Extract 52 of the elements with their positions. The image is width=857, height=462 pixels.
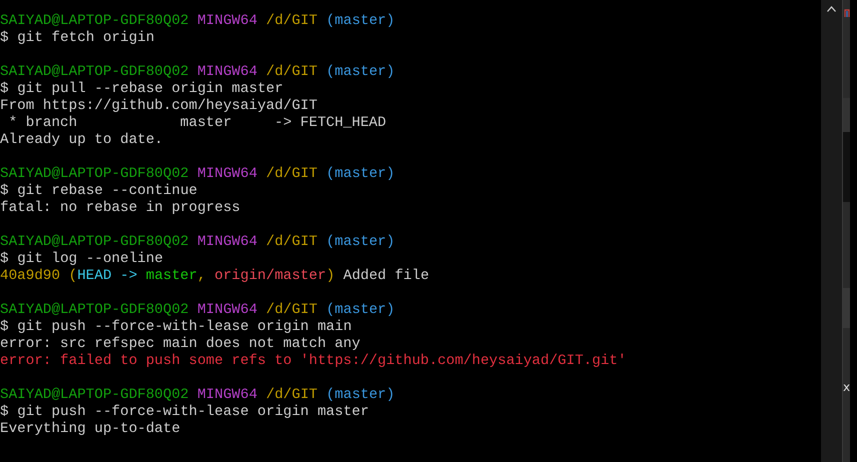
current-path: /d/GIT [266, 387, 318, 403]
system-name: MINGW64 [197, 13, 258, 29]
user-host: SAIYAD@LAPTOP-GDF80Q02 [0, 166, 189, 182]
system-name: MINGW64 [197, 387, 258, 403]
branch-name: (master) [326, 302, 395, 318]
user-host: SAIYAD@LAPTOP-GDF80Q02 [0, 234, 189, 250]
log-text: Added file [342, 268, 430, 284]
command-text: git push --force-with-lease origin master [17, 404, 369, 420]
output-text: error: src refspec main does not match any [0, 336, 360, 352]
app-icon [844, 8, 850, 17]
prompt-symbol: $ [0, 319, 9, 335]
system-name: MINGW64 [197, 234, 258, 250]
command-text: git rebase --continue [17, 183, 198, 199]
prompt-symbol: $ [0, 251, 9, 267]
command-text: git log --oneline [17, 251, 164, 267]
prompt-symbol: $ [0, 404, 9, 420]
output-text: Already up to date. [0, 132, 164, 148]
system-name: MINGW64 [197, 302, 258, 318]
user-host: SAIYAD@LAPTOP-GDF80Q02 [0, 13, 189, 29]
current-path: /d/GIT [266, 302, 318, 318]
current-path: /d/GIT [266, 13, 318, 29]
output-text: From https://github.com/heysaiyad/GIT [0, 98, 318, 114]
current-path: /d/GIT [266, 166, 318, 182]
current-path: /d/GIT [266, 234, 318, 250]
branch-name: (master) [326, 64, 395, 80]
error-text: error: failed to push some refs to 'https://github.com/heysaiyad/GIT.git' [0, 353, 626, 369]
system-name: MINGW64 [197, 64, 258, 80]
log-text: , [197, 268, 207, 284]
log-text: ) [326, 268, 335, 284]
log-text: origin/master [214, 268, 326, 284]
branch-name: (master) [326, 387, 395, 403]
current-path: /d/GIT [266, 64, 318, 80]
prompt-symbol: $ [0, 183, 9, 199]
command-text: git fetch origin [17, 30, 154, 46]
log-text: HEAD -> [77, 268, 138, 284]
log-text: master [146, 268, 198, 284]
log-text: 40a9d90 ( [0, 268, 78, 284]
branch-name: (master) [326, 13, 395, 29]
output-text: Everything up-to-date [0, 421, 180, 437]
command-text: git push --force-with-lease origin main [17, 319, 352, 335]
branch-name: (master) [326, 166, 395, 182]
branch-name: (master) [326, 234, 395, 250]
user-host: SAIYAD@LAPTOP-GDF80Q02 [0, 64, 189, 80]
output-text: fatal: no rebase in progress [0, 200, 240, 216]
prompt-symbol: $ [0, 81, 9, 97]
output-text: * branch master -> FETCH_HEAD [8, 115, 386, 131]
window-text: x [843, 380, 850, 394]
user-host: SAIYAD@LAPTOP-GDF80Q02 [0, 387, 189, 403]
system-name: MINGW64 [197, 166, 258, 182]
prompt-symbol: $ [0, 30, 9, 46]
user-host: SAIYAD@LAPTOP-GDF80Q02 [0, 302, 189, 318]
command-text: git pull --rebase origin master [17, 81, 284, 97]
